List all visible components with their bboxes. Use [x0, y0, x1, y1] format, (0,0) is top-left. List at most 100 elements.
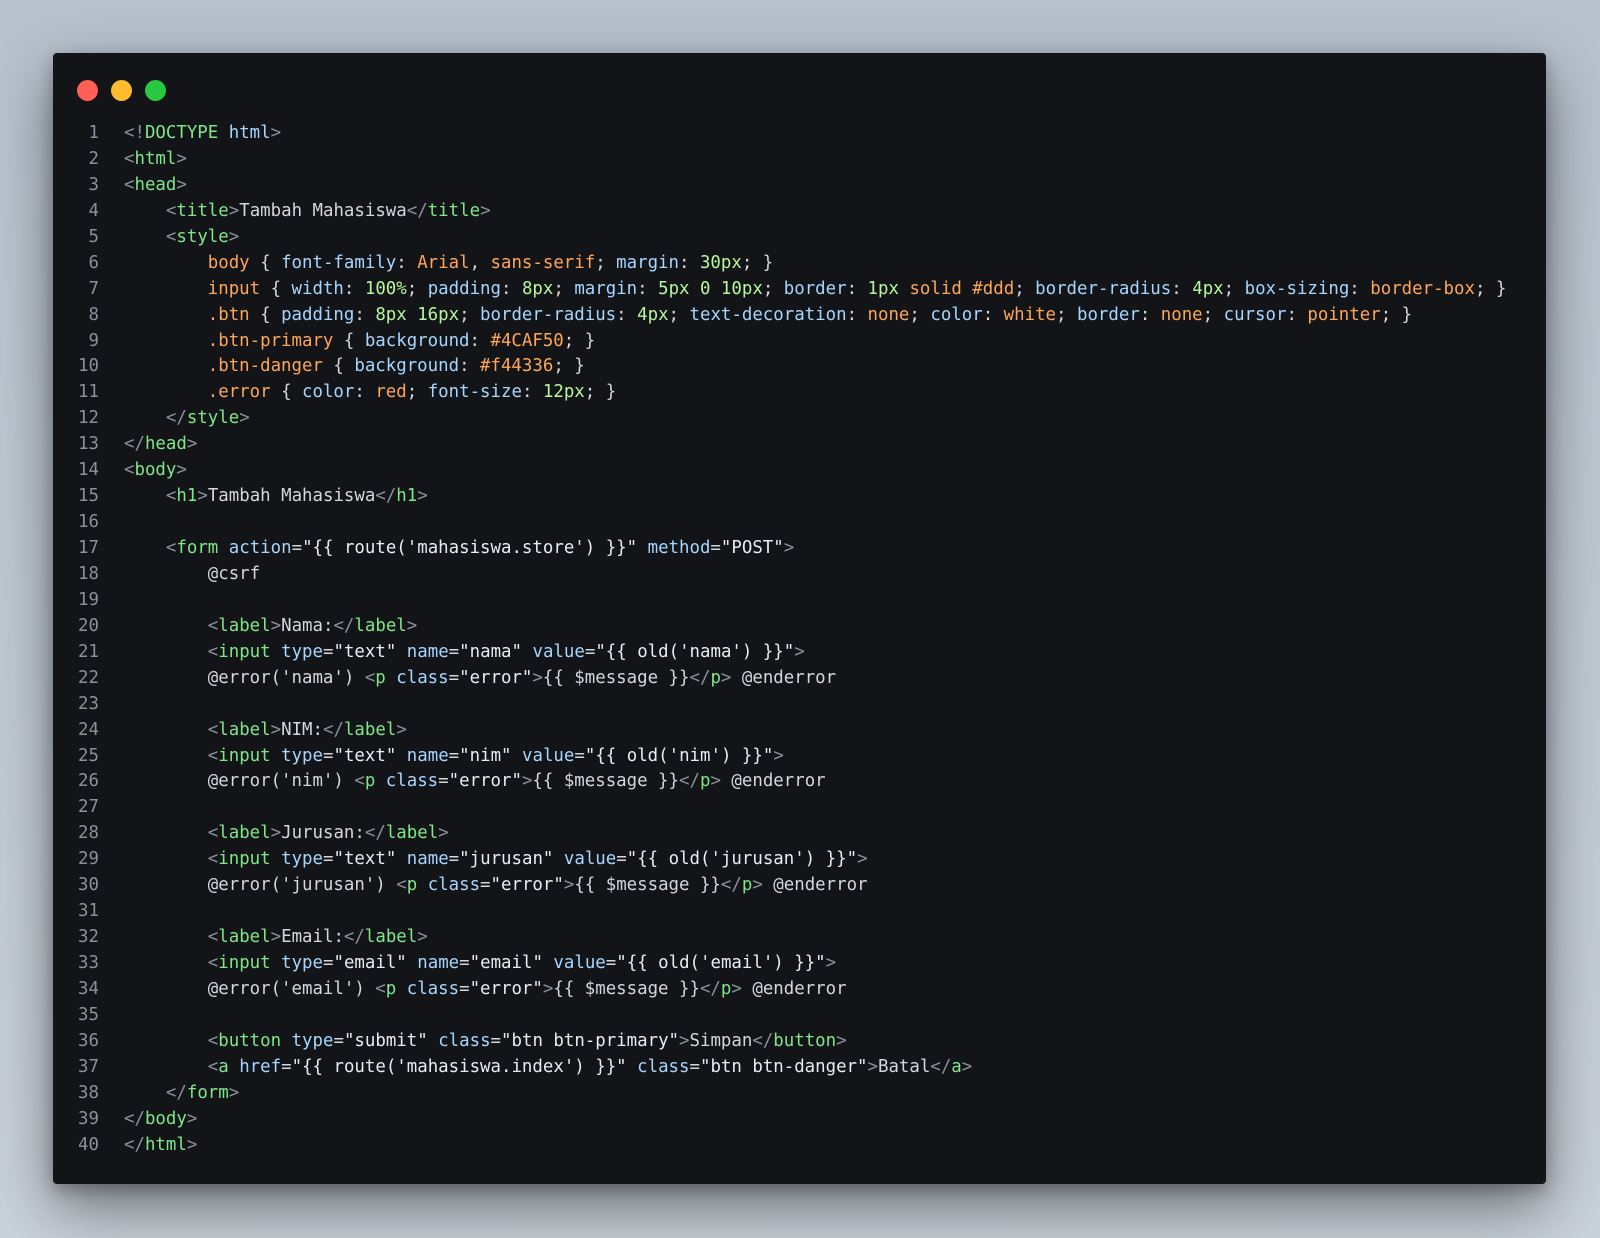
code-token: >: [794, 641, 805, 662]
code-line: 7 input { width: 100%; padding: 8px; mar…: [53, 277, 1546, 303]
code-line: 37 <a href="{{ route('mahasiswa.index') …: [53, 1055, 1546, 1081]
code-token: >: [239, 408, 250, 429]
code-token: "{{ old('nim') }}": [584, 745, 774, 766]
code-token: type: [281, 745, 323, 766]
code-token: >: [197, 486, 208, 507]
line-number: 7: [88, 278, 99, 299]
code-token: >: [867, 1056, 878, 1077]
line-number: 17: [78, 538, 99, 558]
code-token: Tambah Mahasiswa: [239, 200, 407, 221]
code-token: text-decoration: [689, 304, 847, 325]
code-token: </: [364, 823, 386, 844]
code-token: >: [270, 615, 282, 636]
code-token: >: [720, 667, 732, 688]
code-token: input: [218, 849, 271, 870]
code-token: :: [982, 304, 1004, 325]
minimize-button[interactable]: [111, 80, 132, 101]
code-token: input: [207, 278, 261, 299]
line-source: </style>: [99, 406, 250, 432]
line-source: <label>Nama:</label>: [99, 614, 417, 640]
code-token: >: [773, 745, 784, 766]
code-token: :: [459, 356, 481, 377]
code-token: title: [427, 200, 481, 221]
code-token: <: [165, 486, 177, 507]
code-token: >: [396, 719, 407, 740]
code-token: @error('nama'): [124, 667, 365, 688]
code-token: DOCTYPE: [144, 123, 219, 143]
code-token: @error('jurusan'): [124, 875, 397, 896]
code-token: :: [1139, 304, 1161, 325]
maximize-button[interactable]: [145, 80, 166, 101]
code-token: ;: [668, 304, 690, 325]
code-token: >: [731, 978, 742, 999]
code-token: solid: [909, 278, 962, 299]
code-token: @enderror: [731, 667, 837, 688]
code-token: input: [218, 953, 271, 973]
code-token: label: [218, 927, 271, 948]
code-token: ; }: [741, 252, 774, 273]
line-number: 24: [78, 719, 99, 740]
code-token: label: [343, 719, 397, 740]
code-line: 36 <button type="submit" class="btn btn-…: [53, 1029, 1546, 1055]
code-token: >: [417, 486, 428, 507]
code-line: 22 @error('nama') <p class="error">{{ $m…: [53, 666, 1546, 692]
line-source: [99, 899, 124, 925]
line-source: <button type="submit" class="btn btn-pri…: [99, 1029, 847, 1055]
line-source: .error { color: red; font-size: 12px; }: [99, 380, 616, 406]
code-token: Batal: [877, 1056, 931, 1077]
code-token: html: [134, 148, 177, 169]
code-line: 14 <body>: [53, 458, 1546, 484]
code-token: "text": [333, 849, 397, 870]
code-line: 15 <h1>Tambah Mahasiswa</h1>: [53, 484, 1546, 510]
line-source: @error('nama') <p class="error">{{ $mess…: [99, 666, 836, 692]
code-token: <: [165, 538, 177, 558]
code-token: >: [176, 460, 187, 481]
code-token: font-size: [427, 382, 522, 403]
line-source: <label>Email:</label>: [99, 925, 428, 951]
code-token: input: [218, 641, 271, 662]
line-number: 4: [88, 200, 99, 221]
code-token: "btn btn-danger": [699, 1056, 868, 1077]
code-token: html: [144, 1134, 187, 1155]
close-button[interactable]: [77, 80, 98, 101]
code-line: 6 body { font-family: Arial, sans-serif;…: [53, 251, 1546, 277]
code-token: </: [930, 1056, 952, 1077]
code-token: :: [1349, 278, 1371, 299]
line-source: <html>: [99, 147, 187, 173]
code-token: color: [930, 304, 983, 325]
line-number: 12: [78, 408, 99, 429]
line-number: 2: [88, 148, 99, 169]
line-number: 26: [78, 771, 99, 792]
code-token: margin: [574, 278, 638, 299]
code-token: ;: [762, 278, 784, 299]
code-token: type: [281, 849, 323, 870]
code-token: padding: [281, 304, 355, 325]
code-token: >: [521, 771, 533, 792]
code-token: :: [637, 278, 659, 299]
code-token: Arial: [417, 252, 470, 273]
code-token: </: [333, 615, 355, 636]
code-token: "POST": [720, 538, 784, 558]
code-token: >: [186, 1108, 198, 1129]
code-token: >: [710, 771, 721, 792]
code-token: >: [176, 174, 187, 195]
code-token: </: [165, 1082, 187, 1103]
code-token: class: [385, 771, 439, 792]
code-token: =: [574, 745, 585, 766]
code-token: :: [1171, 278, 1193, 299]
